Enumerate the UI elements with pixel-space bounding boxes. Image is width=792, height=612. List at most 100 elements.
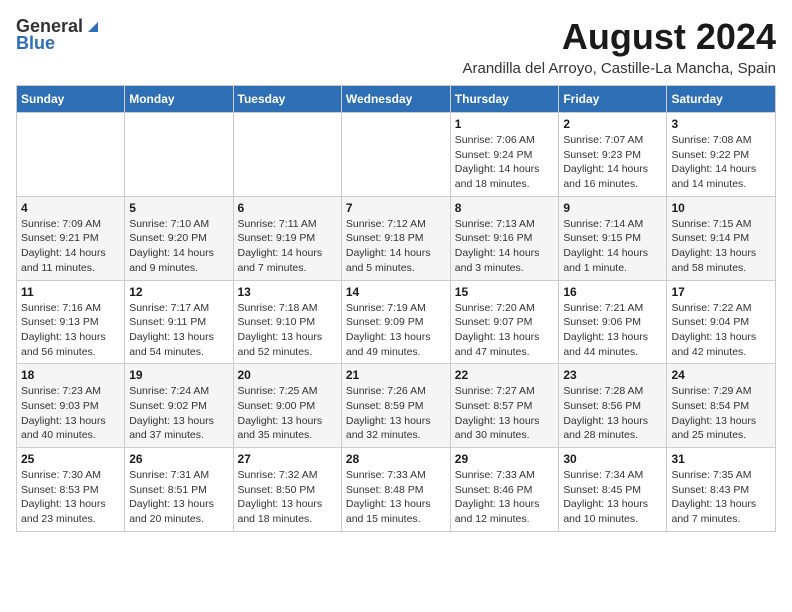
- table-row: 12 Sunrise: 7:17 AM Sunset: 9:11 PM Dayli…: [125, 280, 233, 364]
- day-number: 8: [455, 201, 555, 215]
- day-number: 28: [346, 452, 446, 466]
- table-row: 9Sunrise: 7:14 AM Sunset: 9:15 PM Daylig…: [559, 196, 667, 280]
- table-row: [341, 113, 450, 197]
- table-row: 16 Sunrise: 7:21 AM Sunset: 9:06 PM Dayli…: [559, 280, 667, 364]
- table-row: 30 Sunrise: 7:34 AM Sunset: 8:45 PM Dayli…: [559, 448, 667, 532]
- logo-blue-text: Blue: [16, 33, 55, 54]
- col-saturday: Saturday: [667, 86, 776, 113]
- day-number: 25: [21, 452, 120, 466]
- col-friday: Friday: [559, 86, 667, 113]
- table-row: 3 Sunrise: 7:08 AM Sunset: 9:22 PM Daylig…: [667, 113, 776, 197]
- day-info: Sunrise: 7:17 AM Sunset: 9:11 PM Dayligh…: [129, 301, 228, 360]
- day-number: 1: [455, 117, 555, 131]
- calendar-header-row: Sunday Monday Tuesday Wednesday Thursday…: [17, 86, 776, 113]
- day-info: Sunrise: 7:25 AM Sunset: 9:00 PM Dayligh…: [238, 384, 337, 443]
- day-number: 23: [563, 368, 662, 382]
- day-info: Sunrise: 7:30 AM Sunset: 8:53 PM Dayligh…: [21, 468, 120, 527]
- day-number: 16: [563, 285, 662, 299]
- subtitle: Arandilla del Arroyo, Castille-La Mancha…: [463, 60, 777, 77]
- col-thursday: Thursday: [450, 86, 559, 113]
- table-row: 19Sunrise: 7:24 AM Sunset: 9:02 PM Dayli…: [125, 364, 233, 448]
- day-info: Sunrise: 7:35 AM Sunset: 8:43 PM Dayligh…: [671, 468, 771, 527]
- calendar-table: Sunday Monday Tuesday Wednesday Thursday…: [16, 85, 776, 532]
- day-info: Sunrise: 7:11 AM Sunset: 9:19 PM Dayligh…: [238, 217, 337, 276]
- table-row: 6 Sunrise: 7:11 AM Sunset: 9:19 PM Daylig…: [233, 196, 341, 280]
- table-row: [17, 113, 125, 197]
- table-row: 25 Sunrise: 7:30 AM Sunset: 8:53 PM Dayli…: [17, 448, 125, 532]
- day-number: 10: [671, 201, 771, 215]
- day-number: 27: [238, 452, 337, 466]
- day-info: Sunrise: 7:26 AM Sunset: 8:59 PM Dayligh…: [346, 384, 446, 443]
- col-wednesday: Wednesday: [341, 86, 450, 113]
- table-row: 29Sunrise: 7:33 AM Sunset: 8:46 PM Dayli…: [450, 448, 559, 532]
- day-number: 11: [21, 285, 120, 299]
- logo-arrow-icon: [84, 18, 102, 36]
- day-number: 6: [238, 201, 337, 215]
- day-number: 3: [671, 117, 771, 131]
- day-number: 26: [129, 452, 228, 466]
- day-number: 4: [21, 201, 120, 215]
- calendar-week-row: 18Sunrise: 7:23 AM Sunset: 9:03 PM Dayli…: [17, 364, 776, 448]
- day-number: 20: [238, 368, 337, 382]
- table-row: 20 Sunrise: 7:25 AM Sunset: 9:00 PM Dayli…: [233, 364, 341, 448]
- calendar-week-row: 11 Sunrise: 7:16 AM Sunset: 9:13 PM Dayli…: [17, 280, 776, 364]
- day-info: Sunrise: 7:32 AM Sunset: 8:50 PM Dayligh…: [238, 468, 337, 527]
- table-row: [125, 113, 233, 197]
- day-info: Sunrise: 7:15 AM Sunset: 9:14 PM Dayligh…: [671, 217, 771, 276]
- day-info: Sunrise: 7:08 AM Sunset: 9:22 PM Dayligh…: [671, 133, 771, 192]
- table-row: 2 Sunrise: 7:07 AM Sunset: 9:23 PM Daylig…: [559, 113, 667, 197]
- day-info: Sunrise: 7:10 AM Sunset: 9:20 PM Dayligh…: [129, 217, 228, 276]
- table-row: 24Sunrise: 7:29 AM Sunset: 8:54 PM Dayli…: [667, 364, 776, 448]
- page-header: General Blue August 2024 Arandilla del A…: [16, 16, 776, 77]
- day-number: 30: [563, 452, 662, 466]
- day-number: 22: [455, 368, 555, 382]
- table-row: 4 Sunrise: 7:09 AM Sunset: 9:21 PM Daylig…: [17, 196, 125, 280]
- table-row: 23 Sunrise: 7:28 AM Sunset: 8:56 PM Dayli…: [559, 364, 667, 448]
- day-info: Sunrise: 7:22 AM Sunset: 9:04 PM Dayligh…: [671, 301, 771, 360]
- table-row: 28Sunrise: 7:33 AM Sunset: 8:48 PM Dayli…: [341, 448, 450, 532]
- day-info: Sunrise: 7:20 AM Sunset: 9:07 PM Dayligh…: [455, 301, 555, 360]
- table-row: 22Sunrise: 7:27 AM Sunset: 8:57 PM Dayli…: [450, 364, 559, 448]
- day-number: 7: [346, 201, 446, 215]
- day-info: Sunrise: 7:29 AM Sunset: 8:54 PM Dayligh…: [671, 384, 771, 443]
- day-info: Sunrise: 7:07 AM Sunset: 9:23 PM Dayligh…: [563, 133, 662, 192]
- table-row: 10 Sunrise: 7:15 AM Sunset: 9:14 PM Dayli…: [667, 196, 776, 280]
- day-info: Sunrise: 7:21 AM Sunset: 9:06 PM Dayligh…: [563, 301, 662, 360]
- day-info: Sunrise: 7:13 AM Sunset: 9:16 PM Dayligh…: [455, 217, 555, 276]
- day-info: Sunrise: 7:09 AM Sunset: 9:21 PM Dayligh…: [21, 217, 120, 276]
- calendar-week-row: 4 Sunrise: 7:09 AM Sunset: 9:21 PM Daylig…: [17, 196, 776, 280]
- table-row: 13Sunrise: 7:18 AM Sunset: 9:10 PM Dayli…: [233, 280, 341, 364]
- table-row: 5Sunrise: 7:10 AM Sunset: 9:20 PM Daylig…: [125, 196, 233, 280]
- day-number: 12: [129, 285, 228, 299]
- day-info: Sunrise: 7:16 AM Sunset: 9:13 PM Dayligh…: [21, 301, 120, 360]
- col-monday: Monday: [125, 86, 233, 113]
- calendar-week-row: 25 Sunrise: 7:30 AM Sunset: 8:53 PM Dayli…: [17, 448, 776, 532]
- day-info: Sunrise: 7:28 AM Sunset: 8:56 PM Dayligh…: [563, 384, 662, 443]
- col-tuesday: Tuesday: [233, 86, 341, 113]
- day-info: Sunrise: 7:31 AM Sunset: 8:51 PM Dayligh…: [129, 468, 228, 527]
- day-number: 14: [346, 285, 446, 299]
- day-info: Sunrise: 7:34 AM Sunset: 8:45 PM Dayligh…: [563, 468, 662, 527]
- day-number: 15: [455, 285, 555, 299]
- col-sunday: Sunday: [17, 86, 125, 113]
- table-row: 15 Sunrise: 7:20 AM Sunset: 9:07 PM Dayli…: [450, 280, 559, 364]
- logo: General Blue: [16, 16, 102, 54]
- day-number: 17: [671, 285, 771, 299]
- day-number: 29: [455, 452, 555, 466]
- calendar-week-row: 1 Sunrise: 7:06 AM Sunset: 9:24 PM Daylig…: [17, 113, 776, 197]
- table-row: 17 Sunrise: 7:22 AM Sunset: 9:04 PM Dayli…: [667, 280, 776, 364]
- day-info: Sunrise: 7:06 AM Sunset: 9:24 PM Dayligh…: [455, 133, 555, 192]
- day-number: 19: [129, 368, 228, 382]
- day-info: Sunrise: 7:12 AM Sunset: 9:18 PM Dayligh…: [346, 217, 446, 276]
- table-row: 14 Sunrise: 7:19 AM Sunset: 9:09 PM Dayli…: [341, 280, 450, 364]
- table-row: 31 Sunrise: 7:35 AM Sunset: 8:43 PM Dayli…: [667, 448, 776, 532]
- table-row: 26 Sunrise: 7:31 AM Sunset: 8:51 PM Dayli…: [125, 448, 233, 532]
- day-info: Sunrise: 7:19 AM Sunset: 9:09 PM Dayligh…: [346, 301, 446, 360]
- day-info: Sunrise: 7:18 AM Sunset: 9:10 PM Dayligh…: [238, 301, 337, 360]
- day-number: 2: [563, 117, 662, 131]
- table-row: 27 Sunrise: 7:32 AM Sunset: 8:50 PM Dayli…: [233, 448, 341, 532]
- day-number: 31: [671, 452, 771, 466]
- table-row: 21Sunrise: 7:26 AM Sunset: 8:59 PM Dayli…: [341, 364, 450, 448]
- table-row: 11 Sunrise: 7:16 AM Sunset: 9:13 PM Dayli…: [17, 280, 125, 364]
- day-number: 18: [21, 368, 120, 382]
